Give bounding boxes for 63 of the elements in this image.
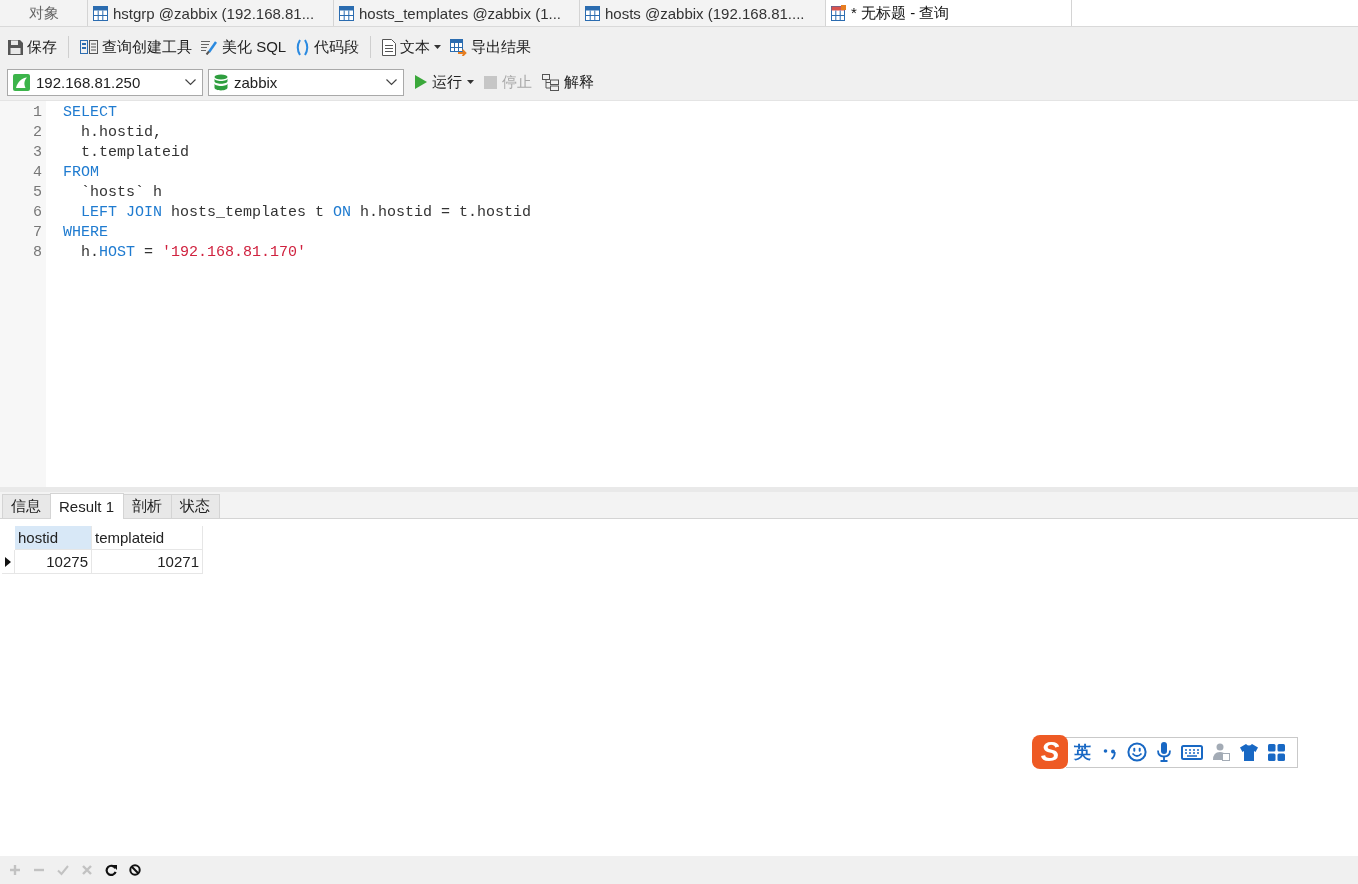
document-tab[interactable]: hosts @zabbix (192.168.81.... [580, 0, 826, 26]
code-line: WHERE [63, 224, 108, 241]
prohibited-icon[interactable] [129, 864, 141, 876]
connection-icon [13, 73, 30, 91]
panels-icon [80, 39, 98, 55]
toolbar-button[interactable]: 文本 [380, 35, 444, 59]
refresh-icon[interactable] [105, 864, 117, 876]
line-number: 7 [33, 223, 42, 243]
connection-select[interactable]: 192.168.81.250 [7, 68, 203, 96]
input-mode-toggle[interactable]: 英 [1074, 740, 1091, 764]
line-number: 4 [33, 163, 42, 183]
table-icon [93, 5, 108, 21]
toolbar-button[interactable]: 代码段 [293, 35, 362, 59]
document-icon [382, 38, 397, 56]
grid-arrow-icon [450, 38, 468, 56]
apps-icon[interactable] [1268, 743, 1285, 761]
code-line: FROM [63, 164, 99, 181]
line-number: 1 [33, 103, 42, 123]
line-number: 3 [33, 143, 42, 163]
result-tab[interactable]: Result 1 [50, 493, 125, 519]
objects-tab[interactable]: 对象 [0, 0, 88, 26]
table-cell: 10275 [15, 550, 92, 574]
result-tab[interactable]: 状态 [171, 494, 221, 518]
document-tab[interactable]: hosts_templates @zabbix (1... [334, 0, 580, 26]
result-tab[interactable]: 信息 [2, 494, 51, 518]
result-tab[interactable]: 剖析 [123, 494, 173, 518]
smiley-icon[interactable] [1127, 742, 1147, 762]
toolbar-button[interactable]: 查询创建工具 [78, 35, 194, 59]
toolbar-button[interactable]: 导出结果 [448, 35, 534, 59]
code-line: t.templateid [81, 144, 190, 161]
code-line: LEFT JOIN hosts_templates t ON h.hostid = t.hostid [81, 204, 532, 221]
code-line: h.HOST = '192.168.81.170' [81, 244, 307, 261]
line-number: 6 [33, 203, 42, 223]
line-number: 2 [33, 123, 42, 143]
table-icon [339, 5, 354, 21]
toolbar-button[interactable]: 解释 [539, 70, 597, 94]
document-tab[interactable]: hstgrp @zabbix (192.168.81... [88, 0, 334, 26]
toolbar-button[interactable]: 运行 [412, 70, 477, 94]
toolbar-button[interactable]: 保存 [6, 35, 59, 59]
database-select[interactable]: zabbix [208, 68, 404, 96]
code-line: SELECT [63, 104, 117, 121]
keyboard-icon[interactable] [1181, 744, 1203, 760]
shirt-icon[interactable] [1240, 743, 1258, 761]
table-cell: 10271 [92, 550, 203, 574]
chevron-down-icon [185, 78, 196, 86]
save-icon [8, 39, 23, 55]
brush-icon [201, 39, 218, 55]
toolbar-button[interactable]: 美化 SQL [199, 35, 289, 59]
line-number: 5 [33, 183, 42, 203]
column-header[interactable]: hostid [15, 526, 92, 550]
microphone-icon[interactable] [1157, 742, 1171, 762]
table-icon [585, 5, 600, 21]
line-number: 8 [33, 243, 42, 263]
code-line: h.hostid, [81, 124, 162, 141]
parentheses-icon [295, 38, 311, 56]
database-icon [214, 73, 228, 91]
grid-page-icon [831, 5, 846, 21]
column-header[interactable]: templateid [92, 526, 203, 550]
diagram-icon [542, 73, 559, 91]
chevron-down-icon [386, 78, 397, 86]
play-icon [415, 75, 427, 89]
code-line: `hosts` h [81, 184, 162, 201]
stop-icon [484, 75, 497, 89]
